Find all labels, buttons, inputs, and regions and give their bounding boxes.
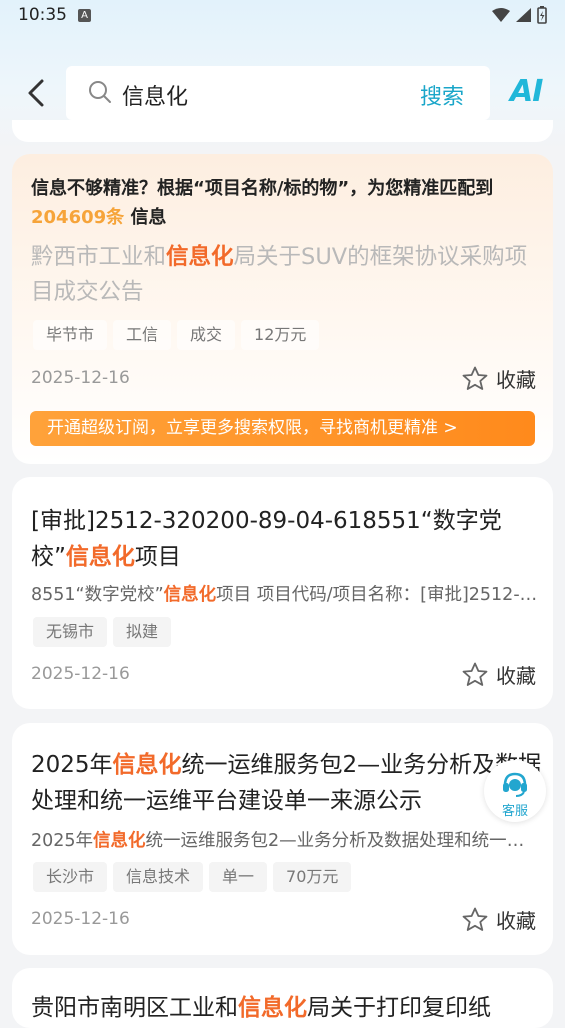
tip-text: 信息不够精准？根据“项目名称/标的物”，为您精准匹配到 204609条 信息 [31, 174, 541, 232]
tag-list: 无锡市 拟建 [33, 617, 172, 647]
favorite-label: 收藏 [496, 664, 536, 688]
result-description: 2025年信息化统一运维服务包2—业务分析及数据处理和统一运维平台 [31, 827, 541, 852]
title-highlight: 信息化 [112, 752, 182, 778]
publish-date: 2025-12-16 [31, 664, 130, 684]
result-card[interactable]: [审批]2512-320200-89-04-618551“数字党校”信息化项目 … [12, 477, 553, 709]
desc-highlight: 信息化 [163, 585, 217, 605]
notification-icon: A [78, 9, 91, 22]
title-highlight: 信息化 [238, 995, 307, 1021]
super-subscription-banner[interactable]: 开通超级订阅，立享更多搜索权限，寻找商机更精准 > [30, 411, 535, 446]
search-box[interactable]: 信息化 搜索 [66, 66, 490, 120]
star-icon [462, 366, 488, 390]
title-post: 局关于打印复印纸 [307, 995, 491, 1021]
tag: 工信 [113, 320, 172, 350]
title-post: 项目 [134, 544, 181, 570]
previous-card-edge [12, 120, 553, 142]
headset-icon [503, 772, 527, 797]
tag: 信息技术 [113, 862, 204, 892]
desc-highlight: 信息化 [93, 831, 146, 851]
desc-pre: 2025年 [31, 831, 94, 851]
result-title: 2025年信息化统一运维服务包2—业务分析及数据处理和统一运维平台建设单一来源公… [31, 747, 546, 819]
search-header: 信息化 搜索 AI [0, 66, 565, 120]
tag: 毕节市 [33, 320, 108, 350]
customer-service-label: 客服 [501, 804, 528, 819]
tag-list: 长沙市 信息技术 单一 70万元 [33, 862, 352, 892]
title-pre: 贵阳市南明区工业和 [31, 995, 238, 1021]
tip-suffix: 信息 [130, 207, 167, 228]
publish-date: 2025-12-16 [31, 909, 130, 929]
title-highlight: 信息化 [65, 544, 135, 570]
result-title: [审批]2512-320200-89-04-618551“数字党校”信息化项目 [31, 503, 546, 575]
tag-list: 毕节市 工信 成交 12万元 [33, 320, 320, 350]
tag: 成交 [177, 320, 236, 350]
favorite-button[interactable]: 收藏 [462, 660, 536, 689]
search-button[interactable]: 搜索 [420, 79, 464, 111]
publish-date: 2025-12-16 [31, 368, 130, 388]
refine-tip-card[interactable]: 信息不够精准？根据“项目名称/标的物”，为您精准匹配到 204609条 信息 黔… [12, 154, 553, 464]
favorite-button[interactable]: 收藏 [462, 905, 536, 934]
chevron-left-icon [28, 79, 44, 107]
star-icon [462, 907, 488, 931]
result-count: 204609条 [31, 207, 125, 228]
status-bar: 10:35 A [0, 0, 565, 32]
tag: 12万元 [241, 320, 320, 350]
result-card[interactable]: 2025年信息化统一运维服务包2—业务分析及数据处理和统一运维平台建设单一来源公… [12, 723, 553, 955]
tag: 无锡市 [33, 617, 108, 647]
favorite-button[interactable]: 收藏 [462, 364, 536, 393]
desc-post: 统一运维服务包2—业务分析及数据处理和统一运维平台 [145, 831, 541, 851]
star-icon [462, 662, 488, 686]
back-button[interactable] [22, 77, 52, 109]
tag: 单一 [209, 862, 268, 892]
ai-button[interactable]: AI [510, 74, 543, 109]
wifi-icon [492, 8, 510, 22]
sample-title-pre: 黔西市工业和 [31, 244, 167, 270]
title-pre: 2025年 [31, 752, 113, 778]
desc-pre: 8551“数字党校” [31, 585, 164, 605]
result-card[interactable]: 贵阳市南明区工业和信息化局关于打印复印纸 [12, 968, 553, 1028]
result-title: 贵阳市南明区工业和信息化局关于打印复印纸 [31, 990, 546, 1026]
search-icon [89, 81, 111, 103]
battery-icon [537, 6, 547, 24]
favorite-label: 收藏 [496, 368, 536, 392]
tag: 拟建 [113, 617, 172, 647]
status-time: 10:35 [18, 5, 67, 25]
status-icons [492, 6, 547, 24]
tip-prefix: 信息不够精准？根据“项目名称/标的物”，为您精准匹配到 [31, 178, 494, 199]
tag: 长沙市 [33, 862, 108, 892]
customer-service-button[interactable]: 客服 [484, 760, 546, 822]
sample-title-highlight: 信息化 [166, 244, 234, 270]
signal-icon [516, 8, 531, 22]
desc-post: 项目 项目代码/项目名称：[审批]2512-320200 [216, 585, 541, 605]
favorite-label: 收藏 [496, 909, 536, 933]
search-input[interactable]: 信息化 [122, 79, 188, 111]
tag: 70万元 [273, 862, 352, 892]
result-description: 8551“数字党校”信息化项目 项目代码/项目名称：[审批]2512-32020… [31, 581, 541, 606]
sample-title: 黔西市工业和信息化局关于SUV的框架协议采购项目成交公告 [31, 240, 541, 310]
